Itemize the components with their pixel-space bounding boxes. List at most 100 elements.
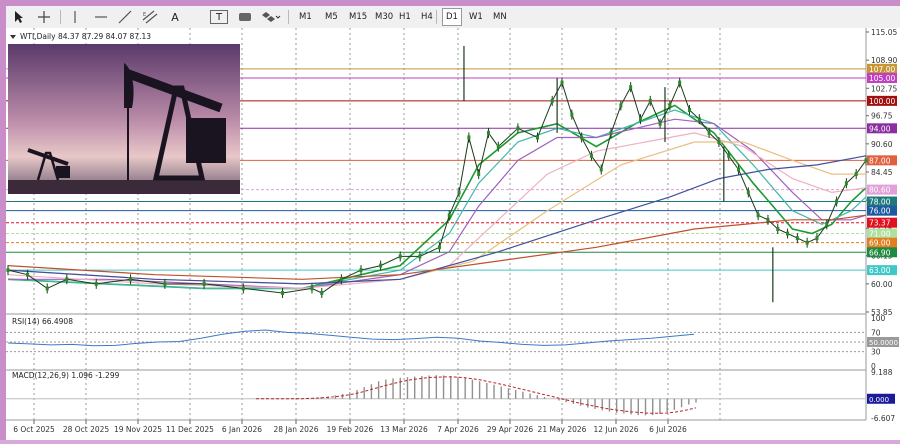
image-ground [8, 180, 240, 194]
candle-body [619, 103, 623, 108]
timeframe-h4[interactable]: H4 [418, 8, 436, 26]
label-tool-icon[interactable]: T [210, 10, 228, 24]
candle-body [815, 236, 819, 241]
rsi-tick-label: 30 [871, 348, 881, 357]
level-tag-label: 94.00 [869, 124, 891, 133]
chart-canvas: 115.05108.90102.7596.7590.6084.4578.3072… [6, 28, 899, 434]
candle-body [648, 98, 652, 103]
price-tick-label: 115.05 [871, 28, 897, 37]
x-tick-label: 11 Dec 2025 [166, 425, 214, 434]
pump-counterweight [186, 118, 226, 163]
rectangle-tool-icon[interactable] [236, 8, 254, 26]
crosshair-icon[interactable] [36, 8, 52, 26]
macd-tick-label: 0.000 [869, 396, 889, 404]
candle-body [129, 277, 133, 282]
vertical-line-icon[interactable] [68, 8, 82, 26]
text-tool-icon[interactable]: A [166, 8, 184, 26]
timeframe-w1[interactable]: W1 [466, 8, 486, 26]
candle-body [536, 135, 540, 140]
rsi-title: RSI(14) 66.4908 [12, 317, 73, 326]
x-tick-label: 21 May 2026 [538, 425, 587, 434]
candle-body [163, 281, 167, 286]
macd-tick-label: 9.188 [871, 368, 893, 377]
oil-pump-image [8, 44, 240, 194]
channel-icon[interactable]: E [140, 8, 160, 26]
candle-body [457, 190, 461, 195]
x-tick-label: 12 Jun 2026 [593, 425, 638, 434]
candle-body [668, 103, 672, 108]
level-tag-label: 107.00 [869, 65, 895, 74]
candle-body [864, 158, 868, 163]
candle-body [638, 117, 642, 122]
candle-body [202, 281, 206, 286]
candle-body [697, 117, 701, 122]
macd-signal-line [256, 376, 697, 414]
trendline-icon[interactable] [116, 8, 134, 26]
timeframe-m15[interactable]: M15 [346, 8, 370, 26]
candle-body [854, 172, 858, 177]
timeframe-h1[interactable]: H1 [396, 8, 414, 26]
rsi-tick-label: 100 [871, 314, 886, 323]
candle-body [707, 130, 711, 135]
timeframe-m5[interactable]: M5 [322, 8, 341, 26]
price-tick-label: 84.45 [871, 168, 893, 177]
level-tag-label: 87.00 [869, 156, 891, 165]
candle-body [310, 286, 314, 291]
level-tag-label: 69.00 [869, 239, 891, 248]
candle-body [776, 226, 780, 231]
candle-body [805, 240, 809, 245]
candle-body [550, 98, 554, 103]
candle-body [844, 181, 848, 186]
svg-text:E: E [143, 12, 146, 18]
timeframe-mn[interactable]: MN [490, 8, 510, 26]
candle-body [94, 281, 98, 286]
candle-body [65, 277, 69, 282]
candle-body [658, 121, 662, 126]
timeframe-m1[interactable]: M1 [296, 8, 315, 26]
candle-body [560, 80, 564, 85]
candle-body [398, 254, 402, 259]
candle-body [486, 130, 490, 135]
x-tick-label: 13 Mar 2026 [380, 425, 428, 434]
candle-body [359, 268, 363, 273]
price-tick-label: 102.75 [871, 84, 897, 93]
x-tick-label: 6 Oct 2025 [13, 425, 55, 434]
candle-body [835, 199, 839, 204]
chart-area[interactable]: 115.05108.90102.7596.7590.6084.4578.3072… [6, 28, 900, 440]
price-tick-label: 60.00 [871, 280, 893, 289]
candle-body [241, 286, 245, 291]
level-tag-label: 76.00 [869, 207, 891, 216]
candle-body [599, 167, 603, 172]
candle-body [727, 153, 731, 158]
candle-body [6, 268, 10, 273]
price-tick-label: 90.60 [871, 140, 893, 149]
level-tag-label: 105.00 [869, 74, 895, 83]
x-tick-label: 6 Jan 2026 [222, 425, 262, 434]
horizontal-line-icon[interactable] [92, 8, 110, 26]
candle-body [467, 135, 471, 140]
x-tick-label: 19 Nov 2025 [114, 425, 162, 434]
rsi-tick-label: 50.0000 [869, 339, 898, 347]
x-tick-label: 7 Apr 2026 [437, 425, 479, 434]
candle-body [339, 277, 343, 282]
macd-title: MACD(12,26,9) 1.096 -1.299 [12, 371, 120, 380]
candle-body [580, 135, 584, 140]
candle-body [570, 112, 574, 117]
timeframe-m30[interactable]: M30 [372, 8, 396, 26]
candle-body [437, 245, 441, 250]
level-tag-label: 80.60 [869, 186, 891, 195]
x-tick-label: 28 Jan 2026 [274, 425, 319, 434]
candle-body [477, 172, 481, 177]
level-tag-label: 78.00 [869, 198, 891, 207]
cursor-icon[interactable] [12, 8, 26, 26]
candle-body [609, 130, 613, 135]
candle-body [45, 286, 49, 291]
drawing-toolbar: E A T M1 M5 M15 M30 H1 H4 D1 W1 MN [6, 6, 900, 29]
shapes-menu-icon[interactable] [260, 8, 282, 26]
x-tick-label: 6 Jul 2026 [649, 425, 687, 434]
level-tag-label: 66.90 [869, 248, 891, 257]
chart-title: WTI,Daily 84.37 87.29 84.07 87.13 [20, 32, 151, 41]
timeframe-d1[interactable]: D1 [442, 8, 462, 26]
candle-body [746, 190, 750, 195]
pump-small-weight [56, 166, 70, 178]
